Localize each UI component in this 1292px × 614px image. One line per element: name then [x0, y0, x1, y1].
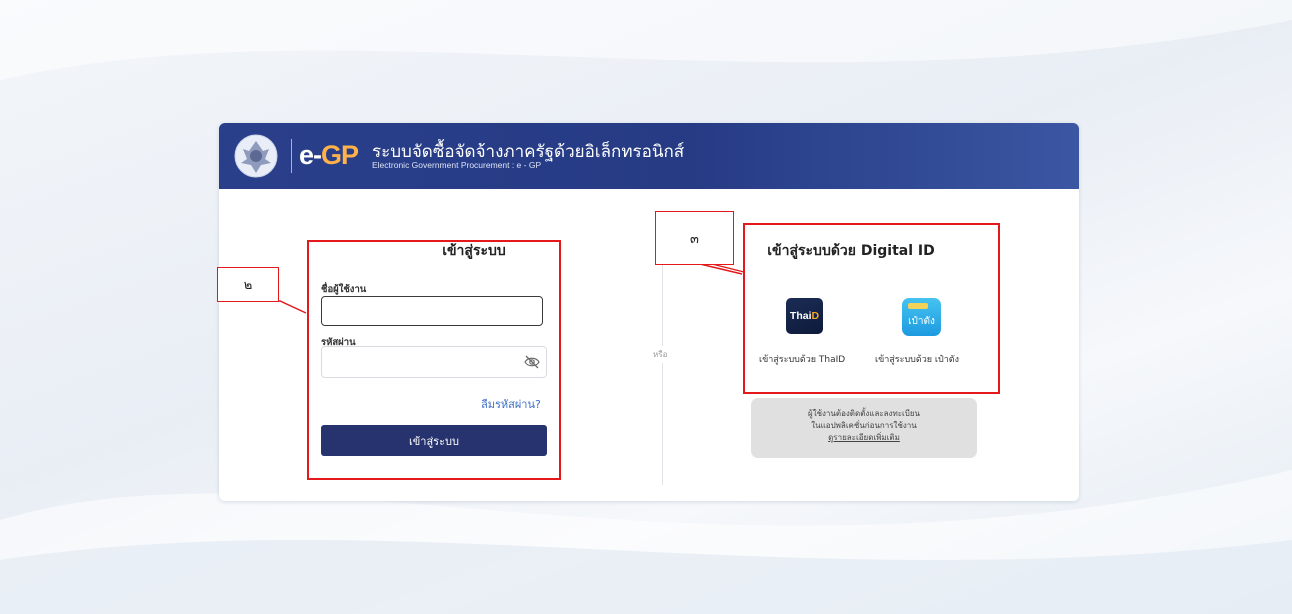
thaid-icon-text: Thai	[789, 310, 812, 322]
login-card: e-GP ระบบจัดซื้อจัดจ้างภาครัฐด้วยอิเล็กท…	[219, 123, 1079, 501]
username-label: ชื่อผู้ใช้งาน	[321, 284, 367, 295]
note-line-2: ในแอปพลิเคชั่นก่อนการใช้งาน	[811, 421, 917, 430]
paotang-login-link[interactable]: เข้าสู่ระบบด้วย เป๋าตัง	[875, 352, 959, 366]
thaid-icon-accent: D	[811, 310, 820, 322]
banner-subtitle: Electronic Government Procurement : e - …	[372, 160, 542, 170]
username-input[interactable]	[321, 296, 543, 326]
note-line-1: ผู้ใช้งานต้องติดตั้งและลงทะเบียน	[808, 409, 920, 418]
eye-off-icon[interactable]	[524, 355, 540, 369]
more-details-link[interactable]: ดูรายละเอียดเพิ่มเติม	[828, 433, 900, 442]
login-title: เข้าสู่ระบบ	[442, 243, 506, 259]
vertical-divider	[662, 245, 663, 485]
thaid-login-link[interactable]: เข้าสู่ระบบด้วย ThaID	[759, 352, 845, 366]
callout-3: ๓	[655, 211, 734, 265]
thaid-app-icon[interactable]: Thai D	[786, 298, 823, 334]
digital-id-title: เข้าสู่ระบบด้วย Digital ID	[767, 243, 935, 259]
egp-logo: e-GP	[299, 137, 359, 173]
digital-id-note: ผู้ใช้งานต้องติดตั้งและลงทะเบียน ในแอปพล…	[751, 398, 977, 458]
or-text: หรือ	[653, 346, 668, 363]
government-emblem-icon	[234, 134, 278, 178]
forgot-password-link[interactable]: ลืมรหัสผ่าน?	[481, 395, 541, 413]
logo-gp: GP	[321, 140, 359, 170]
paotang-icon-text: เป๋าตัง	[908, 316, 935, 327]
login-button[interactable]: เข้าสู่ระบบ	[321, 425, 547, 456]
paotang-card-icon	[908, 303, 928, 309]
callout-2: ๒	[217, 267, 279, 302]
password-input[interactable]	[321, 346, 547, 378]
banner-divider	[291, 139, 292, 173]
header-banner: e-GP ระบบจัดซื้อจัดจ้างภาครัฐด้วยอิเล็กท…	[219, 123, 1079, 189]
logo-e: e-	[299, 140, 322, 170]
